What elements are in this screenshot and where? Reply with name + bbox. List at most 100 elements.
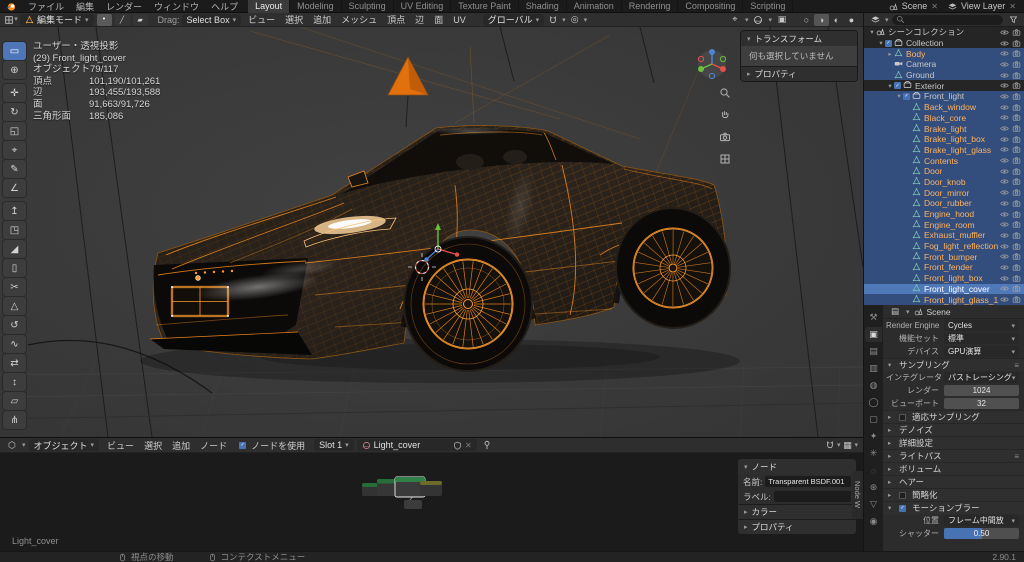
hide-eye-icon[interactable] [1000, 220, 1009, 229]
hide-eye-icon[interactable] [1000, 231, 1009, 240]
workspace-tab-scripting[interactable]: Scripting [743, 0, 794, 13]
editor-type-icon[interactable]: ⬡ [5, 440, 19, 451]
hide-eye-icon[interactable] [1000, 60, 1009, 69]
tool-annotate[interactable]: ✎ [3, 160, 26, 178]
workspace-tab-compositing[interactable]: Compositing [678, 0, 744, 13]
material-name-field[interactable]: Light_cover ✕ [356, 439, 477, 451]
node[interactable] [362, 476, 442, 509]
properties-tab-object-data[interactable]: ▽ [865, 497, 882, 512]
hide-eye-icon[interactable] [1000, 167, 1009, 176]
snap-magnet-icon[interactable] [546, 15, 560, 25]
select-mode-edge-button[interactable]: ╱ [114, 13, 130, 26]
proportional-edit-icon[interactable]: ◎ [568, 14, 582, 25]
close-icon[interactable]: ✕ [931, 2, 938, 11]
hide-eye-icon[interactable] [1000, 92, 1009, 101]
outliner-row[interactable]: Black_core [864, 112, 1024, 124]
topbar-menu[interactable]: レンダー [100, 0, 148, 13]
workspace-tab-modeling[interactable]: Modeling [290, 0, 342, 13]
tool-cursor[interactable]: ⊕ [3, 61, 26, 79]
snap-magnet-icon[interactable] [823, 440, 837, 450]
navigation-gizmo[interactable] [696, 48, 728, 83]
editor-type-icon[interactable]: ▤ [888, 306, 902, 317]
hide-eye-icon[interactable] [1000, 284, 1009, 293]
render-visibility-icon[interactable] [1012, 263, 1021, 272]
outliner-row[interactable]: Door_mirror [864, 187, 1024, 198]
render-visibility-icon[interactable] [1012, 145, 1021, 154]
viewport-menu[interactable]: ビュー [243, 13, 280, 26]
hide-eye-icon[interactable] [1000, 49, 1009, 58]
outliner-row[interactable]: ▾ ✓ Collection [864, 38, 1024, 49]
outliner-row[interactable]: Exhaust_muffler [864, 230, 1024, 241]
node-menu[interactable]: ノード [195, 439, 232, 452]
render-visibility-icon[interactable] [1012, 49, 1021, 58]
property-dropdown[interactable]: パストレーシング ▾ [944, 372, 1019, 383]
hide-eye-icon[interactable] [1000, 263, 1009, 272]
shader-scope-dropdown[interactable]: オブジェクト ▾ [28, 439, 100, 451]
properties-tab-scene[interactable]: ◍ [865, 378, 882, 393]
hide-eye-icon[interactable] [1000, 28, 1009, 37]
section-checkbox[interactable] [899, 413, 906, 421]
outliner-row[interactable]: Door [864, 165, 1024, 177]
use-nodes-checkbox[interactable]: ✓ ノードを使用 [239, 439, 305, 452]
editor-type-icon[interactable]: ▾ [4, 15, 18, 25]
editor-type-icon[interactable] [868, 15, 882, 24]
render-visibility-icon[interactable] [1012, 92, 1021, 101]
render-visibility-icon[interactable] [1012, 71, 1021, 80]
render-visibility-icon[interactable] [1012, 242, 1021, 251]
section-簡略化[interactable]: ▸ 簡略化 [883, 488, 1024, 501]
hide-eye-icon[interactable] [1000, 124, 1009, 133]
tool-knife[interactable]: ✂ [3, 278, 26, 296]
hide-eye-icon[interactable] [1000, 199, 1009, 208]
tool-poly-build[interactable]: △ [3, 297, 26, 315]
properties-tab-constraints[interactable]: ⊛ [865, 480, 882, 495]
properties-tab-world[interactable]: ◯ [865, 395, 882, 410]
zoom-icon[interactable] [717, 85, 732, 100]
outliner-row[interactable]: Contents [864, 155, 1024, 166]
workspace-tab-uv-editing[interactable]: UV Editing [394, 0, 452, 13]
outliner-row[interactable]: Fog_light_reflection [864, 240, 1024, 252]
hide-eye-icon[interactable] [1000, 242, 1009, 251]
outliner-row[interactable]: Front_bumper [864, 251, 1024, 263]
select-mode-vertex-button[interactable]: • [96, 13, 112, 26]
properties-tab-output[interactable]: ▤ [865, 344, 882, 359]
node-section-プロパティ[interactable]: ▸ プロパティ [738, 519, 856, 534]
render-visibility-icon[interactable] [1012, 295, 1021, 304]
property-dropdown[interactable]: GPU演算 ▾ [944, 346, 1019, 357]
viewport-menu[interactable]: UV [448, 15, 471, 25]
hide-eye-icon[interactable] [1000, 156, 1009, 165]
tool-inset-faces[interactable]: ◳ [3, 221, 26, 239]
tool-extrude-region[interactable]: ↥ [3, 202, 26, 220]
outliner-row[interactable]: Back_window [864, 101, 1024, 113]
section-menu-icon[interactable]: ≡ [1014, 452, 1019, 461]
pan-hand-icon[interactable] [717, 107, 732, 122]
outliner-row[interactable]: Camera [864, 59, 1024, 70]
tool-loop-cut[interactable]: ▯ [3, 259, 26, 277]
properties-tab-physics[interactable]: ◌ [865, 463, 882, 478]
properties-tab-modifiers[interactable]: ✦ [865, 429, 882, 444]
tool-move[interactable]: ✛ [3, 84, 26, 102]
render-visibility-icon[interactable] [1012, 81, 1021, 90]
render-visibility-icon[interactable] [1012, 188, 1021, 197]
properties-panel-header[interactable]: ▸ プロパティ [741, 66, 857, 81]
pin-icon[interactable] [480, 440, 494, 450]
outliner-row[interactable]: Brake_light [864, 123, 1024, 134]
workspace-tab-shading[interactable]: Shading [519, 0, 567, 13]
topbar-menu[interactable]: ファイル [22, 0, 70, 13]
outliner-row[interactable]: ▾ ✓ Exterior [864, 80, 1024, 91]
transform-panel-header[interactable]: ▾ トランスフォーム [741, 31, 857, 46]
hide-eye-icon[interactable] [1000, 274, 1009, 283]
node-canvas[interactable]: Light_cover ▾ ノード 名前: Transparent BSDF.00… [0, 453, 863, 552]
render-visibility-icon[interactable] [1012, 156, 1021, 165]
node-menu[interactable]: ビュー [102, 439, 139, 452]
outliner-row[interactable]: Door_knob [864, 176, 1024, 188]
render-visibility-icon[interactable] [1012, 199, 1021, 208]
tool-bevel[interactable]: ◢ [3, 240, 26, 258]
outliner-row[interactable]: ▾ ✓ Front_light [864, 91, 1024, 102]
shading-rendered-button[interactable]: ● [844, 14, 859, 26]
workspace-tab-rendering[interactable]: Rendering [622, 0, 679, 13]
orientation-dropdown[interactable]: グローバル ▾ [482, 13, 545, 26]
collection-checkbox[interactable]: ✓ [885, 39, 892, 47]
node-section-カラー[interactable]: ▸ カラー [738, 504, 856, 519]
property-dropdown[interactable]: フレーム中間放 ▾ [944, 515, 1019, 526]
disclosure-icon[interactable]: ▾ [877, 39, 885, 47]
